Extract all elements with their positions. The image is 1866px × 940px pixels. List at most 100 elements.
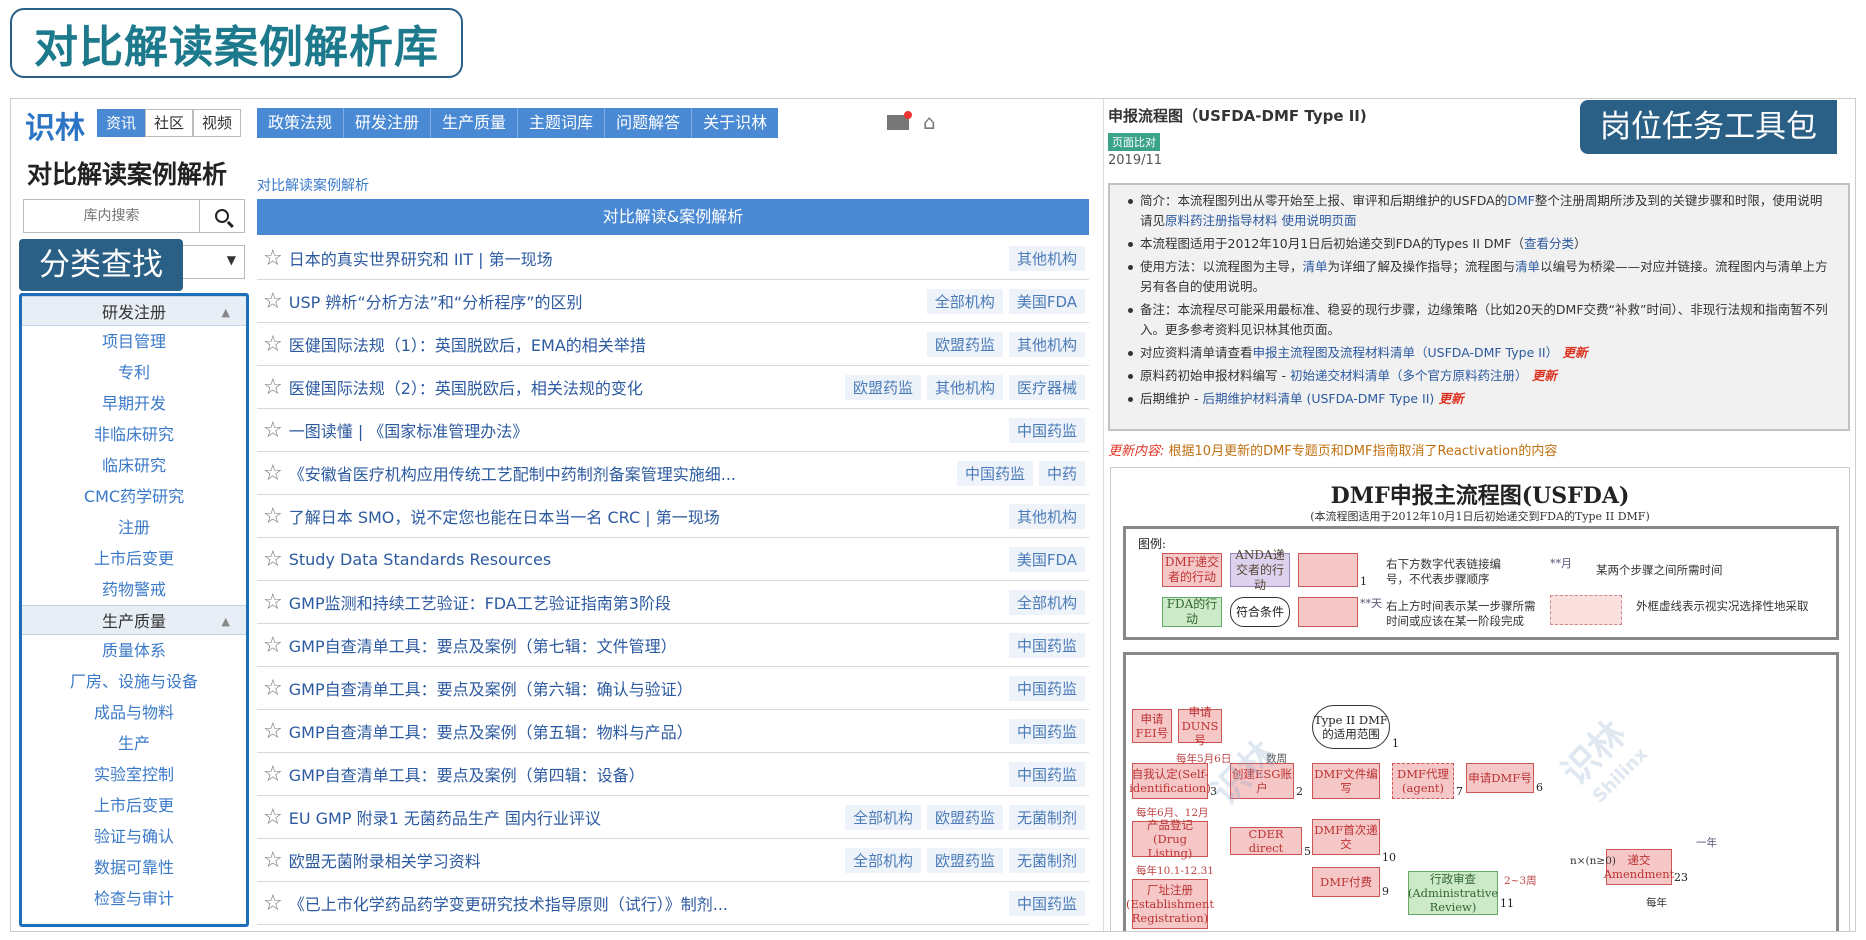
page-compare-badge[interactable]: 页面比对 [1108, 133, 1160, 151]
category-item[interactable]: 数据可靠性 [22, 852, 246, 883]
star-icon[interactable]: ☆ [263, 891, 283, 916]
list-item[interactable]: ☆ 《安徽省医疗机构应用传统工艺配制中药制剂备案管理实施细... 中国药监 中药 [257, 452, 1089, 495]
list-item[interactable]: ☆ GMP自查清单工具：要点及案例（第五辑：物料与产品） 中国药监 [257, 710, 1089, 753]
list-item-title[interactable]: GMP自查清单工具：要点及案例（第四辑：设备） [289, 762, 1009, 786]
list-item-title[interactable]: 《安徽省医疗机构应用传统工艺配制中药制剂备案管理实施细... [289, 461, 957, 485]
list-item-title[interactable]: 《已上市化学药品药学变更研究技术指导原则（试行）》制剂... [289, 891, 1009, 915]
breadcrumb[interactable]: 对比解读案例解析 [257, 175, 369, 195]
category-item[interactable]: 专利 [22, 357, 246, 388]
nav-production-quality[interactable]: 生产质量 [431, 108, 519, 138]
list-item-title[interactable]: GMP自查清单工具：要点及案例（第六辑：确认与验证） [289, 676, 1009, 700]
list-item-title[interactable]: 医健国际法规（2）：英国脱欧后，相关法规的变化 [289, 375, 845, 399]
tab-news[interactable]: 资讯 [97, 109, 146, 137]
category-tag[interactable]: 其他机构 [1008, 245, 1085, 271]
category-tag[interactable]: 欧盟药监 [926, 331, 1003, 357]
category-tag[interactable]: 无菌制剂 [1008, 804, 1085, 830]
category-tag[interactable]: 全部机构 [844, 804, 921, 830]
category-tag[interactable]: 中药 [1038, 460, 1085, 486]
nav-policy[interactable]: 政策法规 [257, 108, 345, 138]
list-item-title[interactable]: 欧盟无菌附录相关学习资料 [289, 848, 845, 872]
category-item[interactable]: 非临床研究 [22, 419, 246, 450]
category-item[interactable]: 实验室控制 [22, 759, 246, 790]
category-item[interactable]: CMC药学研究 [22, 481, 246, 512]
list-item[interactable]: ☆ 了解日本 SMO，说不定您也能在日本当一名 CRC | 第一现场 其他机构 [257, 495, 1089, 538]
note-link[interactable]: 原料药注册指导材料 使用说明页面 [1165, 213, 1356, 228]
nav-rd-registration[interactable]: 研发注册 [344, 108, 432, 138]
category-item[interactable]: 临床研究 [22, 450, 246, 481]
category-item[interactable]: 检查与审计 [22, 883, 246, 914]
category-tag[interactable]: 中国药监 [1008, 675, 1085, 701]
note-link[interactable]: 后期维护材料清单 (USFDA-DMF Type II) [1202, 391, 1434, 406]
category-tag[interactable]: 美国FDA [1008, 546, 1085, 572]
note-link[interactable]: 清单 [1515, 259, 1540, 274]
star-icon[interactable]: ☆ [263, 289, 283, 314]
star-icon[interactable]: ☆ [263, 375, 283, 400]
list-item[interactable]: ☆ USP 辨析“分析方法”和“分析程序”的区别 全部机构 美国FDA [257, 280, 1089, 323]
nav-qa[interactable]: 问题解答 [605, 108, 693, 138]
category-tag[interactable]: 中国药监 [1008, 417, 1085, 443]
category-tag[interactable]: 中国药监 [1008, 890, 1085, 916]
list-item[interactable]: ☆ GMP自查清单工具：要点及案例（第四辑：设备） 中国药监 [257, 753, 1089, 796]
star-icon[interactable]: ☆ [263, 676, 283, 701]
note-link[interactable]: DMF [1507, 193, 1535, 208]
star-icon[interactable]: ☆ [263, 633, 283, 658]
list-item-title[interactable]: 一图读懂 | 《国家标准管理办法》 [289, 418, 1009, 442]
category-item[interactable]: 质量体系 [22, 635, 246, 666]
site-logo[interactable]: 识林 [25, 103, 85, 147]
list-item-title[interactable]: USP 辨析“分析方法”和“分析程序”的区别 [289, 289, 927, 313]
category-tag[interactable]: 全部机构 [844, 847, 921, 873]
list-item[interactable]: ☆ GMP自查清单工具：要点及案例（第七辑：文件管理） 中国药监 [257, 624, 1089, 667]
list-item[interactable]: ☆ EU GMP 附录1 无菌药品生产 国内行业评议 全部机构 欧盟药监 无菌制剂 [257, 796, 1089, 839]
list-item[interactable]: ☆ Study Data Standards Resources 美国FDA [257, 538, 1089, 581]
category-tag[interactable]: 欧盟药监 [844, 374, 921, 400]
list-item[interactable]: ☆ GMP自查清单工具：要点及案例（第六辑：确认与验证） 中国药监 [257, 667, 1089, 710]
star-icon[interactable]: ☆ [263, 332, 283, 357]
category-item[interactable]: 成品与物料 [22, 697, 246, 728]
note-link[interactable]: 清单 [1303, 259, 1328, 274]
nav-topic-library[interactable]: 主题词库 [518, 108, 606, 138]
list-item-title[interactable]: 了解日本 SMO，说不定您也能在日本当一名 CRC | 第一现场 [289, 504, 1009, 528]
category-item[interactable]: 生产 [22, 728, 246, 759]
star-icon[interactable]: ☆ [263, 848, 283, 873]
note-link[interactable]: 申报主流程图及流程材料清单（USFDA-DMF Type II） [1253, 345, 1559, 360]
list-item-title[interactable]: GMP自查清单工具：要点及案例（第五辑：物料与产品） [289, 719, 1009, 743]
search-input[interactable] [24, 200, 200, 232]
category-tag[interactable]: 其他机构 [1008, 331, 1085, 357]
star-icon[interactable]: ☆ [263, 461, 283, 486]
list-item[interactable]: ☆ 《已上市化学药品药学变更研究技术指导原则（试行）》制剂... 中国药监 [257, 882, 1089, 925]
list-item-title[interactable]: GMP自查清单工具：要点及案例（第七辑：文件管理） [289, 633, 1009, 657]
list-item[interactable]: ☆ 日本的真实世界研究和 IIT | 第一现场 其他机构 [257, 237, 1089, 280]
home-icon[interactable]: ⌂ [923, 110, 936, 134]
nav-about[interactable]: 关于识林 [692, 108, 778, 138]
list-item[interactable]: ☆ 医健国际法规（1）：英国脱欧后，EMA的相关举措 欧盟药监 其他机构 [257, 323, 1089, 366]
category-tag[interactable]: 中国药监 [956, 460, 1033, 486]
category-tag[interactable]: 欧盟药监 [926, 804, 1003, 830]
list-item[interactable]: ☆ GMP监测和持续工艺验证：FDA工艺验证指南第3阶段 全部机构 [257, 581, 1089, 624]
category-tag[interactable]: 中国药监 [1008, 718, 1085, 744]
list-item[interactable]: ☆ 一图读懂 | 《国家标准管理办法》 中国药监 [257, 409, 1089, 452]
category-item[interactable]: 药物警戒 [22, 574, 246, 605]
category-tag[interactable]: 其他机构 [1008, 503, 1085, 529]
category-item[interactable]: 项目管理 [22, 326, 246, 357]
category-tag[interactable]: 全部机构 [1008, 589, 1085, 615]
tab-video[interactable]: 视频 [193, 109, 242, 137]
star-icon[interactable]: ☆ [263, 805, 283, 830]
category-group-production[interactable]: 生产质量 ▲ [22, 605, 246, 635]
category-item[interactable]: 上市后变更 [22, 790, 246, 821]
note-link[interactable]: 查看分类 [1524, 236, 1574, 251]
search-button[interactable] [200, 200, 244, 232]
star-icon[interactable]: ☆ [263, 547, 283, 572]
category-item[interactable]: 注册 [22, 512, 246, 543]
list-item-title[interactable]: 日本的真实世界研究和 IIT | 第一现场 [289, 246, 1009, 270]
list-item-title[interactable]: GMP监测和持续工艺验证：FDA工艺验证指南第3阶段 [289, 590, 1009, 614]
list-item-title[interactable]: 医健国际法规（1）：英国脱欧后，EMA的相关举措 [289, 332, 927, 356]
category-item[interactable]: 验证与确认 [22, 821, 246, 852]
list-item[interactable]: ☆ 医健国际法规（2）：英国脱欧后，相关法规的变化 欧盟药监 其他机构 医疗器械 [257, 366, 1089, 409]
star-icon[interactable]: ☆ [263, 590, 283, 615]
category-tag[interactable]: 医疗器械 [1008, 374, 1085, 400]
category-item[interactable]: 早期开发 [22, 388, 246, 419]
category-tag[interactable]: 美国FDA [1008, 288, 1085, 314]
star-icon[interactable]: ☆ [263, 418, 283, 443]
category-tag[interactable]: 中国药监 [1008, 632, 1085, 658]
list-item[interactable]: ☆ 欧盟无菌附录相关学习资料 全部机构 欧盟药监 无菌制剂 [257, 839, 1089, 882]
